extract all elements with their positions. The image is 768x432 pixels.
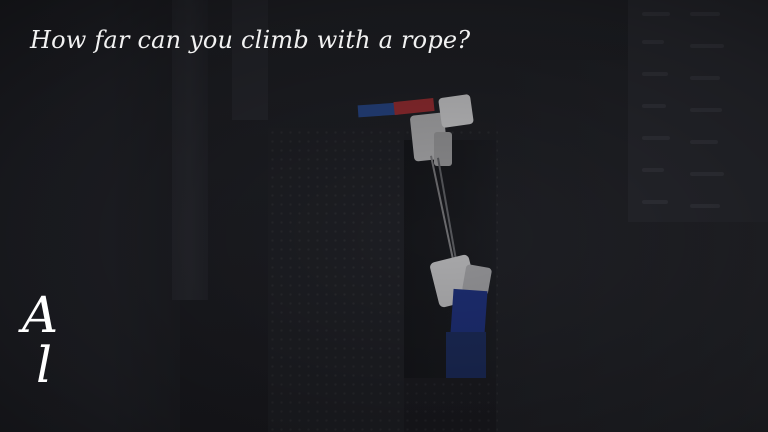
wall-strip bbox=[232, 0, 268, 120]
character-hand-top bbox=[438, 93, 474, 129]
logo-letter-l: l bbox=[36, 336, 52, 394]
character-legs bbox=[446, 332, 486, 378]
character-torso bbox=[450, 288, 488, 336]
character-arm-red bbox=[393, 97, 435, 116]
overlay-title: How far can you climb with a rope? bbox=[30, 26, 471, 54]
game-viewport[interactable]: How far can you climb with a rope? A l bbox=[0, 0, 768, 432]
logo: A l bbox=[22, 290, 78, 410]
character-arm-blue bbox=[357, 102, 399, 118]
logo-letter-a: A bbox=[22, 286, 59, 344]
wall-vent bbox=[628, 0, 768, 222]
